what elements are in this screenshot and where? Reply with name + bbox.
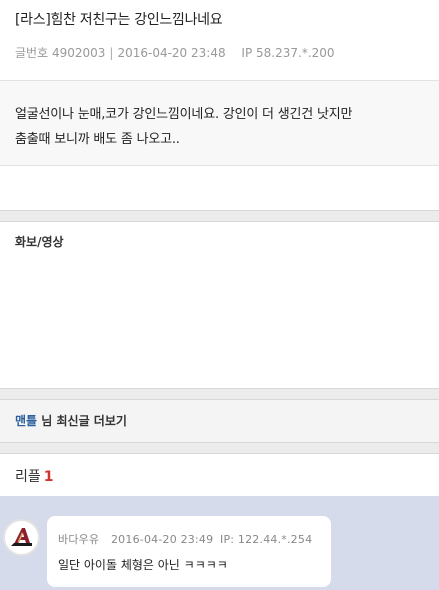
post-number: 4902003 — [51, 46, 106, 60]
section-divider — [0, 388, 439, 400]
reply-meta: 바다우유 2016-04-20 23:49 IP: 122.44.*.254 — [58, 531, 312, 547]
post-ip-label: IP — [241, 46, 253, 60]
post-body-line: 춤출때 보니까 배도 좀 나오고.. — [15, 132, 180, 147]
reply-date: 2016-04-20 23:49 — [110, 533, 214, 546]
media-section-title: 화보/영상 — [15, 235, 64, 249]
reply-label: 리플 1 — [15, 466, 54, 486]
post-footer-space — [0, 166, 439, 210]
post-title: [라스]힘찬 저친구는 강인느낌나네요 — [15, 12, 223, 28]
author-more-section: 맨틀 님 최신글 더보기 — [0, 400, 439, 442]
reply-bubble: 바다우유 2016-04-20 23:49 IP: 122.44.*.254 일… — [47, 516, 331, 587]
arizona-a-logo-icon — [5, 521, 38, 554]
reply-list: 바다우유 2016-04-20 23:49 IP: 122.44.*.254 일… — [0, 496, 439, 590]
meta-divider: | — [109, 46, 114, 60]
reply-count: 1 — [43, 469, 54, 485]
media-section: 화보/영상 — [0, 222, 439, 388]
post-meta: 글번호 4902003 | 2016-04-20 23:48 IP 58.237.*… — [15, 44, 335, 61]
reply-nick[interactable]: 바다우유 — [58, 533, 99, 546]
avatar[interactable] — [3, 519, 40, 556]
reply-label-text: 리플 — [15, 469, 41, 485]
section-divider — [0, 442, 439, 454]
post-body: 얼굴선이나 눈매,코가 강인느낌이네요. 강인이 더 생긴건 낫지만 춤출때 보… — [0, 80, 439, 166]
author-more-link[interactable]: 맨틀 님 최신글 더보기 — [15, 412, 127, 429]
reply-text: 일단 아이돌 체형은 아닌 ㅋㅋㅋㅋ — [58, 558, 228, 572]
post-number-label: 글번호 — [15, 46, 49, 60]
reply-header: 리플 1 — [0, 454, 439, 496]
post-body-line: 얼굴선이나 눈매,코가 강인느낌이네요. 강인이 더 생긴건 낫지만 — [15, 107, 353, 122]
section-divider — [0, 210, 439, 222]
post-ip: 58.237.*.200 — [256, 46, 335, 60]
post-date: 2016-04-20 23:48 — [117, 46, 226, 60]
more-posts-label[interactable]: 님 최신글 더보기 — [37, 414, 127, 428]
author-nick[interactable]: 맨틀 — [15, 414, 37, 428]
post-header: [라스]힘찬 저친구는 강인느낌나네요 글번호 4902003 | 2016-04-… — [0, 0, 439, 80]
reply-ip: IP: 122.44.*.254 — [220, 533, 313, 546]
